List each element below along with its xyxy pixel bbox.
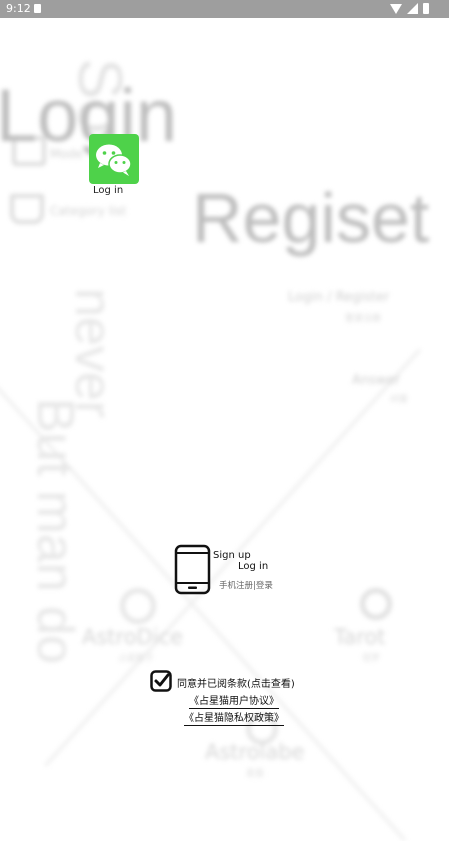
battery-icon — [423, 3, 429, 14]
bg-bottom-label: Tarot — [334, 625, 386, 649]
bg-dice-icon — [120, 588, 156, 624]
bg-right-label: Login / Register — [288, 290, 390, 305]
wifi-icon — [390, 3, 402, 14]
bg-bottom-label: Astrolabe — [205, 740, 305, 764]
phone-login-label[interactable]: Log in — [238, 561, 268, 572]
bg-moon-icon — [360, 588, 392, 620]
phone-login-sub: 手机注册|登录 — [219, 581, 273, 591]
bg-right-label: Answer — [352, 373, 400, 388]
phone-icon — [174, 544, 211, 595]
signal-icon — [407, 3, 418, 14]
notification-icon — [34, 4, 41, 13]
bg-right-sub: 登录注册 — [345, 314, 382, 324]
bg-bottom-label: AstroDice — [82, 625, 184, 649]
bg-bottom-sub: 占星骰子 — [118, 654, 155, 664]
user-agreement-link[interactable]: 《占星猫用户协议》 — [189, 692, 279, 709]
bg-bottom-sub: 塔罗 — [362, 654, 381, 664]
bg-menu-item: Category list — [50, 204, 127, 218]
agreement-checkbox[interactable] — [150, 670, 172, 692]
agreement-text[interactable]: 同意并已阅条款(点击查看) — [177, 675, 295, 690]
bg-crown-icon — [10, 194, 44, 224]
bg-title-regiset: Regiset — [192, 179, 430, 257]
status-time: 9:12 — [6, 2, 31, 15]
checkmark-icon — [150, 670, 172, 692]
status-icons — [390, 3, 429, 14]
wechat-login-button[interactable] — [89, 134, 139, 184]
phone-login-button[interactable] — [174, 544, 212, 596]
phone-signup-label[interactable]: Sign up — [213, 550, 251, 561]
wechat-icon — [96, 144, 132, 176]
wechat-login-label[interactable]: Log in — [93, 185, 123, 196]
bg-vertical-text: But man do — [26, 398, 84, 664]
privacy-policy-link[interactable]: 《占星猫隐私权政策》 — [184, 709, 284, 726]
bg-bottom-sub: 星盘 — [246, 769, 265, 779]
bg-right-sub: 问答 — [390, 395, 409, 405]
status-bar: 9:12 — [0, 0, 449, 18]
